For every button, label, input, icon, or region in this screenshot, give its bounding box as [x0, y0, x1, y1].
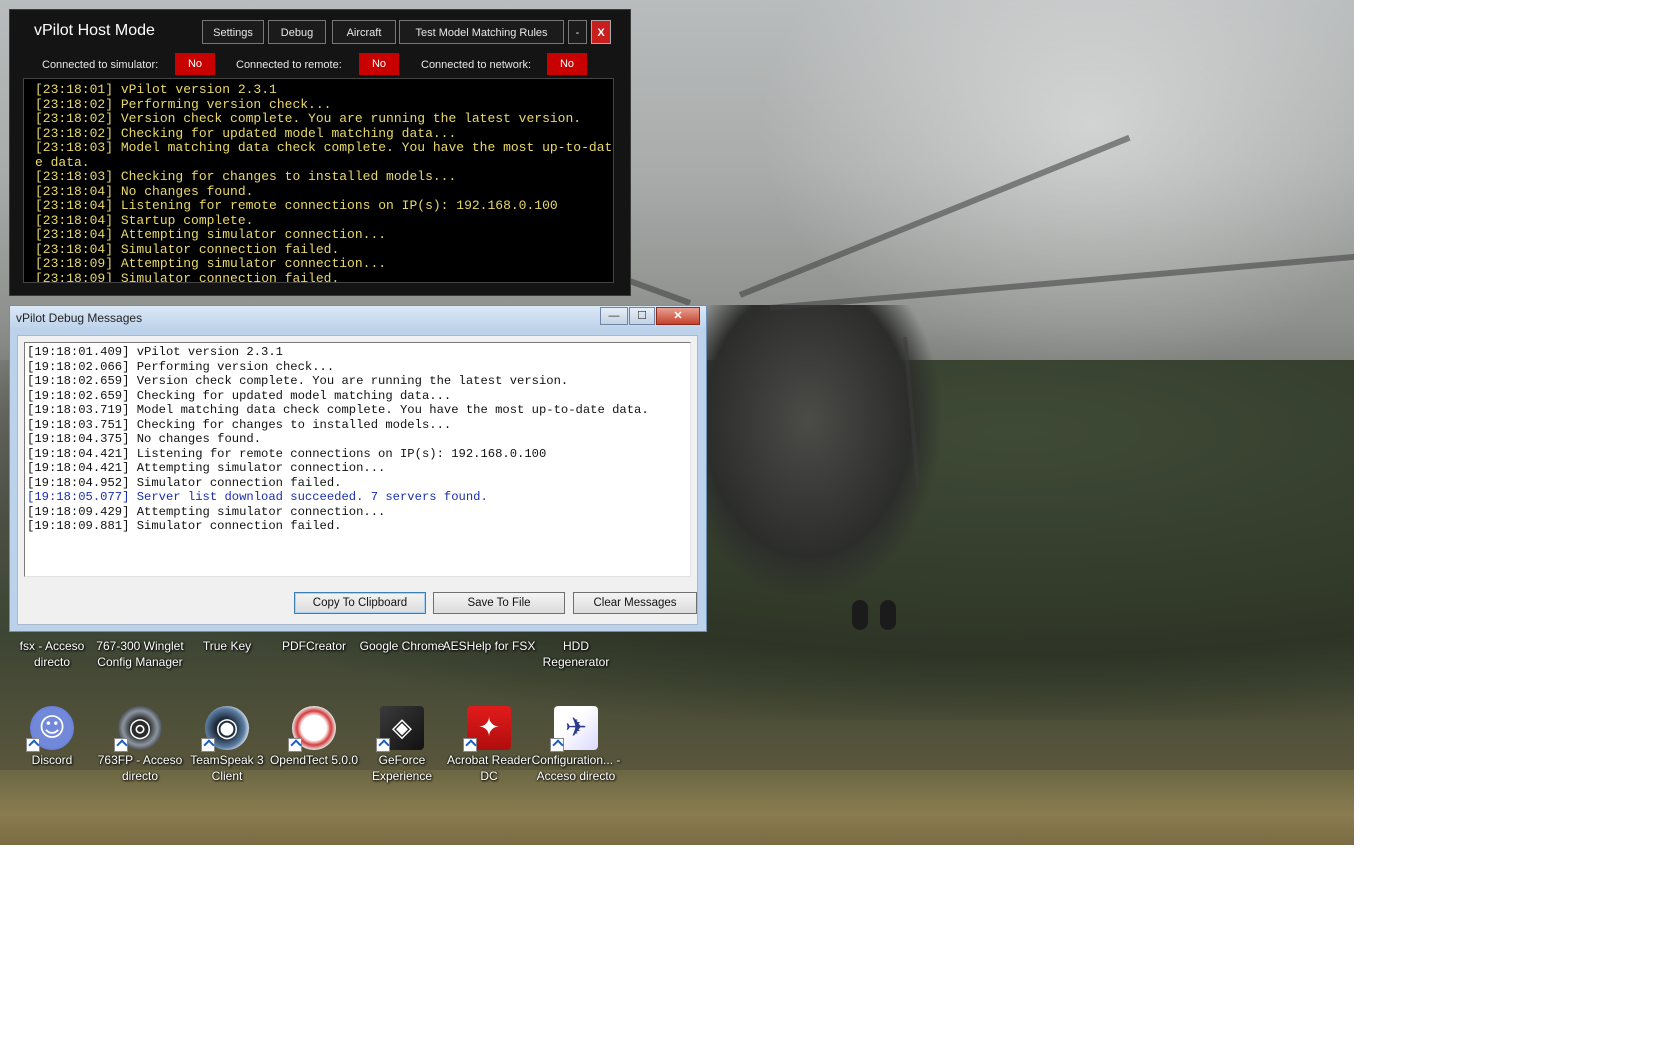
desktop-icon-label[interactable]: 767-300 Winglet Config Manager [92, 638, 188, 670]
debug-titlebar[interactable]: vPilot Debug Messages — ☐ ✕ [10, 306, 706, 330]
debug-window-title: vPilot Debug Messages [16, 311, 143, 325]
clear-messages-button[interactable]: Clear Messages [573, 592, 697, 614]
shortcut-arrow-icon [463, 738, 477, 752]
remote-status-badge: No [359, 53, 399, 75]
desktop-icon[interactable]: ◎ 763FP - Acceso directo [92, 700, 188, 796]
helicopter-wheel [880, 600, 896, 630]
desktop-icon-label: Discord [31, 753, 73, 767]
log-line: [19:18:03.719] Model matching data check… [27, 403, 649, 417]
copy-to-clipboard-button[interactable]: Copy To Clipboard [294, 592, 426, 614]
desktop-icon[interactable]: ☺ Discord [4, 700, 100, 796]
log-line: [19:18:04.421] Listening for remote conn… [27, 446, 547, 461]
desktop-icon-label: Acrobat Reader DC [446, 753, 532, 783]
simulator-status-label: Connected to simulator: [42, 59, 159, 71]
log-line: [19:18:04.421] Attempting simulator conn… [27, 461, 386, 475]
desktop-icon-label: GeForce Experience [371, 753, 433, 783]
log-line: [19:18:09.429] Attempting simulator conn… [27, 504, 386, 519]
settings-button[interactable]: Settings [202, 20, 264, 44]
console-line: [23:18:01] vPilot version 2.3.1 [35, 82, 277, 97]
console-line: [23:18:02] Version check complete. You a… [35, 111, 582, 126]
debug-maximize-button[interactable]: ☐ [629, 307, 655, 325]
log-line: [19:18:02.659] Checking for updated mode… [27, 388, 452, 403]
network-status-badge: No [547, 53, 587, 75]
desktop-icon-label[interactable]: Google Chrome [354, 638, 450, 654]
console-scrollbar[interactable] [614, 78, 624, 283]
shortcut-arrow-icon [114, 738, 128, 752]
desktop-icon[interactable]: ✦ Acrobat Reader DC [441, 700, 537, 796]
desktop-icon-label[interactable]: HDD Regenerator [528, 638, 624, 670]
console-line: [23:18:03] Model matching data check com… [35, 140, 613, 170]
vpilot-debug-window: vPilot Debug Messages — ☐ ✕ [19:18:01.40… [9, 305, 707, 632]
shortcut-arrow-icon [201, 738, 215, 752]
desktop-icon[interactable]: ✶ OpendTect 5.0.0 [266, 700, 362, 796]
console-line: [23:18:04] Attempting simulator connecti… [35, 227, 387, 242]
console-line: [23:18:04] No changes found. [35, 183, 254, 199]
host-window-title: vPilot Host Mode [34, 22, 155, 39]
shortcut-arrow-icon [376, 738, 390, 752]
desktop-icon-label: TeamSpeak 3 Client [190, 753, 264, 783]
console-line: [23:18:02] Checking for updated model ma… [35, 125, 457, 141]
debug-client-area: [19:18:01.409] vPilot version 2.3.1 [19:1… [17, 335, 698, 625]
test-model-matching-button[interactable]: Test Model Matching Rules [399, 20, 564, 44]
log-line: [19:18:02.066] Performing version check.… [27, 359, 335, 374]
console-line: [23:18:02] Performing version check... [35, 96, 332, 112]
vpilot-host-window: vPilot Host Mode Settings Debug Aircraft… [9, 9, 631, 296]
debug-close-button[interactable]: ✕ [656, 307, 700, 325]
log-line: [19:18:02.659] Version check complete. Y… [27, 374, 569, 388]
desktop-icon-label: Configuration... - Acceso directo [531, 753, 621, 783]
desktop-icon[interactable]: ✈ Configuration... - Acceso directo [528, 700, 624, 796]
remote-status-label: Connected to remote: [236, 59, 342, 71]
console-line: [23:18:09] Attempting simulator connecti… [35, 256, 387, 271]
desktop-icon-label[interactable]: AESHelp for FSX [441, 638, 537, 654]
shortcut-arrow-icon [288, 738, 302, 752]
debug-log-textbox[interactable]: [19:18:01.409] vPilot version 2.3.1 [19:1… [24, 342, 691, 577]
log-line: [19:18:03.751] Checking for changes to i… [27, 417, 452, 432]
desktop-icon-label[interactable]: True Key [179, 638, 275, 654]
console-line: [23:18:04] Simulator connection failed. [35, 241, 340, 257]
minimize-button[interactable]: - [568, 20, 587, 44]
console-line: [23:18:04] Startup complete. [35, 212, 254, 228]
debug-button[interactable]: Debug [268, 20, 326, 44]
close-button[interactable]: X [591, 20, 611, 44]
host-console-output[interactable]: [23:18:01] vPilot version 2.3.1 [23:18:02… [23, 78, 614, 283]
simulator-status-badge: No [175, 53, 215, 75]
console-line: [23:18:09] Simulator connection failed. [35, 270, 340, 283]
save-to-file-button[interactable]: Save To File [433, 592, 565, 614]
console-line: [23:18:04] Listening for remote connecti… [35, 198, 558, 213]
desktop-icon[interactable]: ◉ TeamSpeak 3 Client [179, 700, 275, 796]
log-line: [19:18:01.409] vPilot version 2.3.1 [27, 345, 283, 359]
desktop-icon-label[interactable]: fsx - Acceso directo [4, 638, 100, 670]
log-line: [19:18:09.881] Simulator connection fail… [27, 519, 342, 533]
desktop-icon[interactable]: ◈ GeForce Experience [354, 700, 450, 796]
shortcut-arrow-icon [26, 738, 40, 752]
debug-minimize-button[interactable]: — [600, 307, 628, 325]
log-line: [19:18:04.375] No changes found. [27, 432, 262, 446]
shortcut-arrow-icon [550, 738, 564, 752]
log-line: [19:18:05.077] Server list download succ… [27, 490, 488, 504]
aircraft-button[interactable]: Aircraft [332, 20, 396, 44]
network-status-label: Connected to network: [421, 59, 532, 71]
console-line: [23:18:03] Checking for changes to insta… [35, 169, 457, 184]
log-line: [19:18:04.952] Simulator connection fail… [27, 475, 342, 490]
desktop-icon-label: OpendTect 5.0.0 [269, 753, 359, 767]
helicopter-wheel [852, 600, 868, 630]
desktop-icon-label: 763FP - Acceso directo [97, 753, 183, 783]
desktop-icon-label[interactable]: PDFCreator [266, 638, 362, 654]
